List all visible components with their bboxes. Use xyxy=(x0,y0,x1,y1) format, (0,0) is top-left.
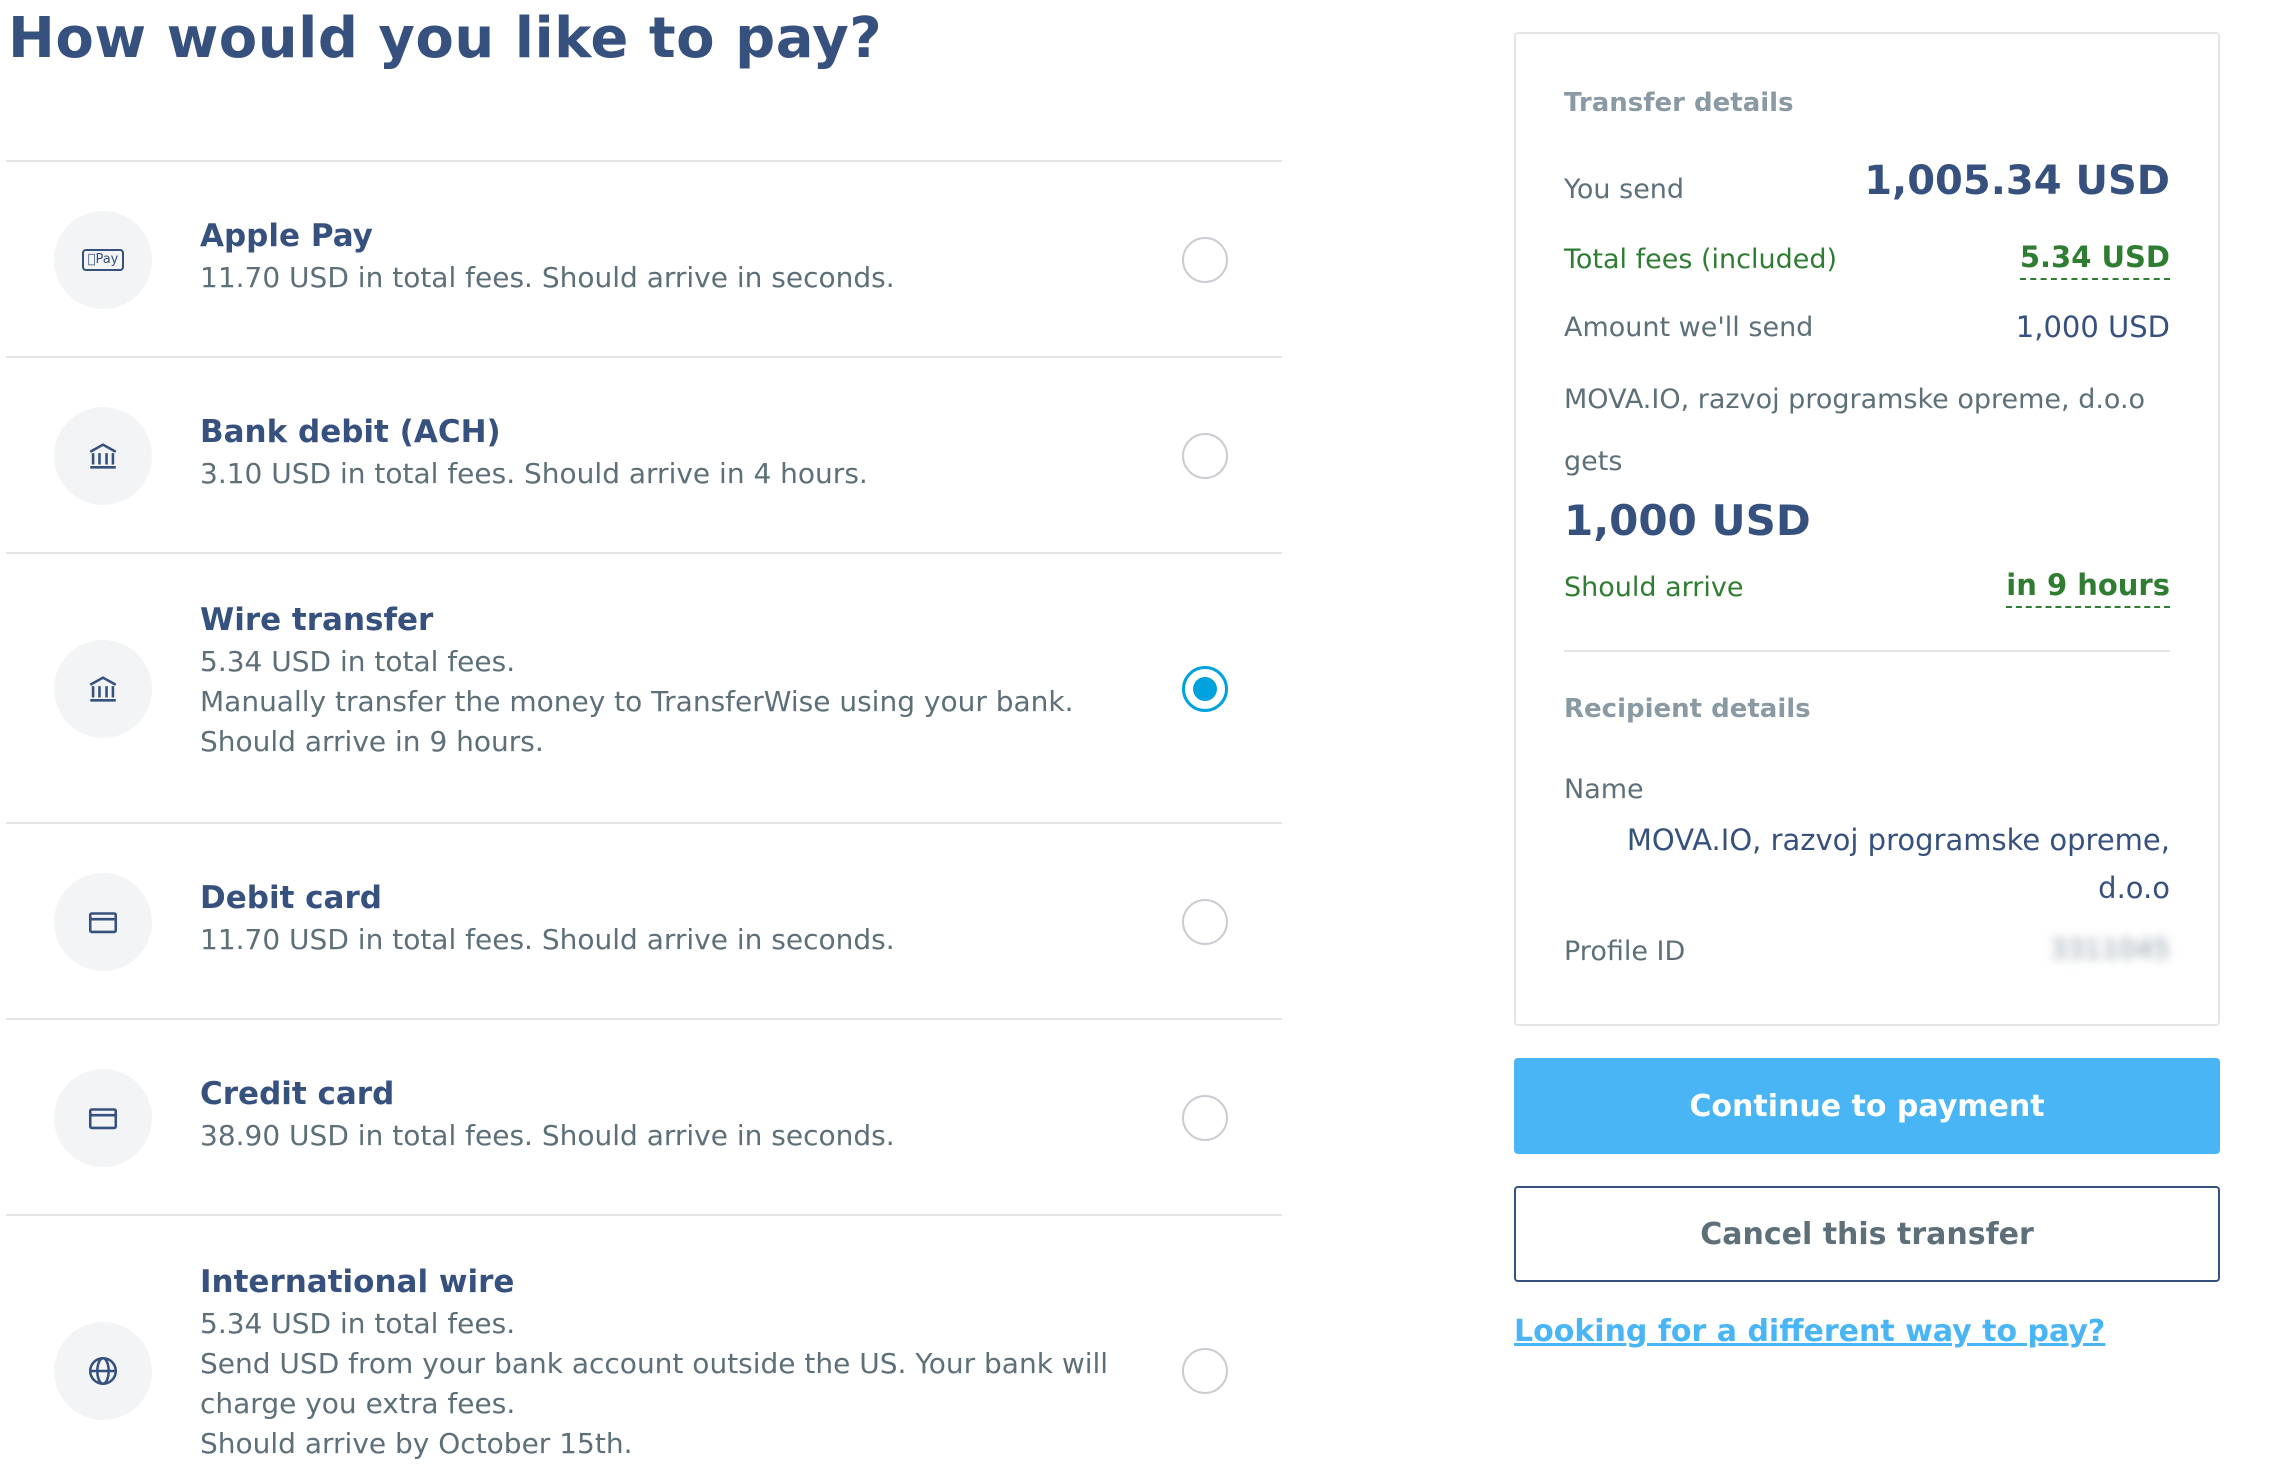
you-send-value: 1,005.34 USD xyxy=(1864,158,2170,204)
panel-divider xyxy=(1564,650,2170,652)
payment-option-description: Manually transfer the money to TransferW… xyxy=(200,685,1074,718)
globe-icon xyxy=(54,1322,152,1420)
payment-option-description: 11.70 USD in total fees. Should arrive i… xyxy=(200,923,895,956)
should-arrive-label: Should arrive xyxy=(1564,572,1744,603)
radio-apple-pay[interactable] xyxy=(1182,237,1228,283)
profile-id-label: Profile ID xyxy=(1564,936,1686,967)
recipient-details-heading: Recipient details xyxy=(1564,694,1811,724)
transfer-summary-panel: Transfer details You send 1,005.34 USD T… xyxy=(1514,32,2220,1026)
bank-icon xyxy=(54,640,152,738)
recipient-gets-value: 1,000 USD xyxy=(1564,496,1811,545)
payment-option-description: 5.34 USD in total fees. xyxy=(200,645,516,678)
payment-option-title: Debit card xyxy=(200,880,382,916)
radio-wire-transfer[interactable] xyxy=(1182,666,1228,712)
cancel-transfer-button[interactable]: Cancel this transfer xyxy=(1514,1186,2220,1282)
recipient-gets-label: MOVA.IO, razvoj programske opreme, d.o.o xyxy=(1564,384,2146,415)
recipient-name-label: Name xyxy=(1564,774,1644,805)
recipient-gets-label-cont: gets xyxy=(1564,446,1623,477)
payment-option-title: Wire transfer xyxy=(200,602,434,638)
recipient-name-value: MOVA.IO, razvoj programske opreme, d.o.o xyxy=(1626,823,2170,905)
payment-option-debit-card[interactable]: Debit card 11.70 USD in total fees. Shou… xyxy=(6,824,1282,1020)
radio-international-wire[interactable] xyxy=(1182,1348,1228,1394)
payment-method-list: Pay Apple Pay 11.70 USD in total fees. … xyxy=(6,160,1282,1484)
payment-option-description: Send USD from your bank account outside … xyxy=(200,1347,1109,1380)
you-send-label: You send xyxy=(1564,174,1685,205)
total-fees-label: Total fees (included) xyxy=(1564,244,1838,275)
payment-option-wire-transfer[interactable]: Wire transfer 5.34 USD in total fees. Ma… xyxy=(6,554,1282,824)
payment-option-title: Bank debit (ACH) xyxy=(200,414,501,450)
payment-option-description: 11.70 USD in total fees. Should arrive i… xyxy=(200,261,895,294)
payment-option-description: 5.34 USD in total fees. xyxy=(200,1307,516,1340)
payment-option-description: 38.90 USD in total fees. Should arrive i… xyxy=(200,1119,895,1152)
page-title: How would you like to pay? xyxy=(8,6,883,71)
bank-icon xyxy=(54,407,152,505)
transfer-details-heading: Transfer details xyxy=(1564,88,1794,118)
payment-option-title: Credit card xyxy=(200,1076,395,1112)
payment-option-bank-debit[interactable]: Bank debit (ACH) 3.10 USD in total fees.… xyxy=(6,358,1282,554)
payment-option-description: 3.10 USD in total fees. Should arrive in… xyxy=(200,457,868,490)
payment-option-description: Should arrive by October 15th. xyxy=(200,1427,633,1460)
card-icon xyxy=(54,873,152,971)
profile-id-value: 3311045 xyxy=(2049,934,2170,965)
apple-pay-icon: Pay xyxy=(54,211,152,309)
should-arrive-value[interactable]: in 9 hours xyxy=(2006,568,2170,608)
radio-credit-card[interactable] xyxy=(1182,1095,1228,1141)
payment-option-apple-pay[interactable]: Pay Apple Pay 11.70 USD in total fees. … xyxy=(6,162,1282,358)
payment-option-description: charge you extra fees. xyxy=(200,1387,516,1420)
payment-option-credit-card[interactable]: Credit card 38.90 USD in total fees. Sho… xyxy=(6,1020,1282,1216)
total-fees-value[interactable]: 5.34 USD xyxy=(2019,240,2170,280)
radio-debit-card[interactable] xyxy=(1182,899,1228,945)
continue-to-payment-button[interactable]: Continue to payment xyxy=(1514,1058,2220,1154)
payment-option-title: Apple Pay xyxy=(200,218,373,254)
payment-option-title: International wire xyxy=(200,1264,515,1300)
payment-option-description: Should arrive in 9 hours. xyxy=(200,725,544,758)
amount-we-send-value: 1,000 USD xyxy=(2015,310,2170,344)
payment-option-international-wire[interactable]: International wire 5.34 USD in total fee… xyxy=(6,1216,1282,1484)
radio-bank-debit[interactable] xyxy=(1182,433,1228,479)
different-way-to-pay-link[interactable]: Looking for a different way to pay? xyxy=(1514,1314,2105,1349)
amount-we-send-label: Amount we'll send xyxy=(1564,312,1814,343)
card-icon xyxy=(54,1069,152,1167)
